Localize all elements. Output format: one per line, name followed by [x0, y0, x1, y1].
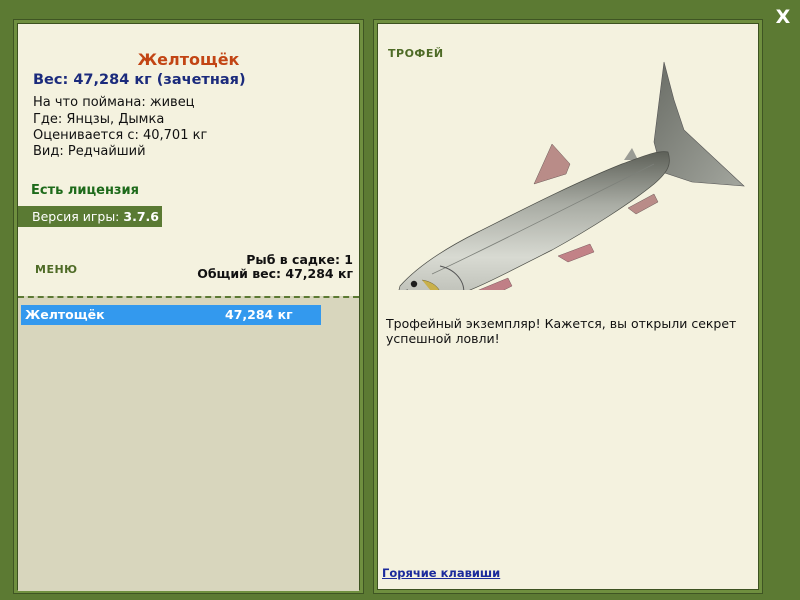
rarity-info: Вид: Редчайший: [33, 144, 146, 159]
version-bar: Версия игры: 3.7.6: [18, 206, 162, 227]
trophy-threshold-info: Оценивается с: 40,701 кг: [33, 128, 208, 143]
trophy-panel: ТРОФЕЙ Трофейный экземпляр! Кажется, вы …: [377, 23, 759, 590]
cage-summary: Рыб в садке: 1 Общий вес: 47,284 кг: [197, 253, 353, 281]
list-item-weight: 47,284 кг: [225, 307, 293, 322]
list-item-name: Желтощёк: [25, 307, 105, 322]
trophy-description: Трофейный экземпляр! Кажется, вы открыли…: [386, 316, 737, 346]
cage-count: Рыб в садке: 1: [246, 252, 353, 267]
trophy-label: ТРОФЕЙ: [388, 47, 444, 60]
list-item[interactable]: Желтощёк 47,284 кг: [21, 305, 321, 325]
close-icon[interactable]: X: [772, 6, 794, 28]
hotkeys-link[interactable]: Горячие клавиши: [382, 566, 500, 580]
version-value: 3.7.6: [123, 209, 159, 224]
cage-total-weight: Общий вес: 47,284 кг: [197, 266, 353, 281]
version-label: Версия игры:: [32, 209, 120, 224]
bait-info: На что поймана: живец: [33, 95, 195, 110]
menu-button[interactable]: МЕНЮ: [35, 263, 78, 276]
fish-weight: Вес: 47,284 кг (зачетная): [33, 72, 246, 88]
license-status: Есть лицензия: [31, 183, 139, 198]
location-info: Где: Янцзы, Дымка: [33, 112, 165, 127]
catch-list[interactable]: Желтощёк 47,284 кг: [18, 296, 359, 591]
fish-image: [398, 61, 745, 290]
fish-name-title: Желтощёк: [137, 50, 240, 69]
fish-info-panel: Желтощёк Вес: 47,284 кг (зачетная) На чт…: [17, 23, 360, 591]
